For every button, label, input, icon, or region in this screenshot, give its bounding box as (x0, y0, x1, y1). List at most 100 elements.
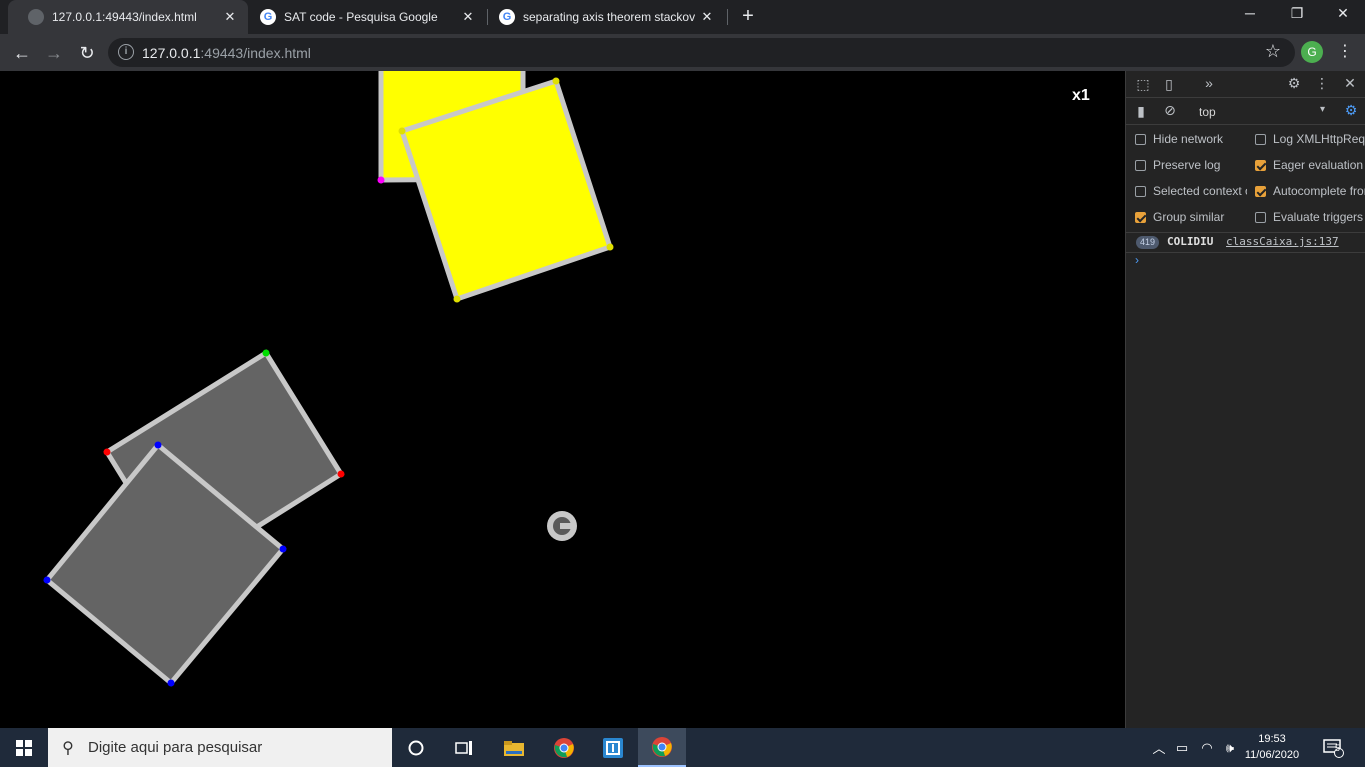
reload-icon[interactable]: ↻ (76, 42, 98, 64)
forward-arrow-icon[interactable]: → (43, 42, 65, 64)
url-host: 127.0.0.1 (142, 45, 201, 61)
option-evaluate-triggers[interactable]: Evaluate triggers user activation (1255, 210, 1365, 224)
checkbox-checked[interactable] (1255, 185, 1266, 197)
vertex-marker (377, 176, 385, 184)
vertex-marker (262, 349, 270, 357)
url-path: :49443/index.html (200, 45, 311, 61)
search-placeholder: Digite aqui para pesquisar (88, 739, 263, 756)
tab-strip: 127.0.0.1:49443/index.html ✕ G SAT code … (0, 0, 1365, 34)
close-icon[interactable]: ✕ (222, 9, 238, 25)
checkbox[interactable] (1135, 133, 1146, 145)
taskbar-search[interactable]: ⚲ Digite aqui para pesquisar (48, 728, 392, 767)
address-bar[interactable]: i 127.0.0.1:49443/index.html ☆ (108, 38, 1295, 67)
more-tabs-icon[interactable]: » (1200, 75, 1218, 91)
checkbox[interactable] (1255, 211, 1266, 223)
menu-kebab-icon[interactable]: ⋮ (1337, 41, 1353, 61)
cortana-icon[interactable] (392, 728, 440, 767)
tab-title: 127.0.0.1:49443/index.html (52, 10, 197, 24)
clock-time: 19:53 (1258, 733, 1286, 745)
checkbox[interactable] (1135, 159, 1146, 171)
option-autocomplete[interactable]: Autocomplete from history (1255, 184, 1365, 198)
window-close-icon[interactable]: ✕ (1333, 5, 1353, 22)
page-canvas[interactable]: x1 (0, 71, 1125, 728)
google-icon: G (499, 9, 515, 25)
windows-start-icon[interactable] (0, 728, 48, 767)
chevron-up-icon[interactable]: ︿ (1150, 728, 1168, 767)
option-label: Log XMLHttpRequests (1273, 132, 1365, 146)
file-explorer-icon[interactable] (490, 728, 538, 767)
windows-taskbar: ⚲ Digite aqui para pesquisar ︿ ▭ ◠ 🕪 19:… (0, 728, 1365, 767)
close-icon[interactable]: ✕ (460, 9, 476, 25)
checkbox-checked[interactable] (1135, 211, 1146, 223)
vertex-marker (279, 545, 287, 553)
vertex-marker (552, 77, 560, 85)
console-settings: Hide network Preserve log Selected conte… (1126, 125, 1365, 233)
search-icon: ⚲ (62, 739, 74, 757)
battery-icon[interactable]: ▭ (1172, 728, 1192, 767)
chrome-active-icon[interactable] (638, 728, 686, 767)
zoom-label: x1 (1072, 87, 1090, 104)
clock[interactable]: 19:53 11/06/2020 (1243, 731, 1301, 763)
editor-app-icon[interactable] (589, 728, 637, 767)
browser-toolbar: ← → ↻ i 127.0.0.1:49443/index.html ☆ G ⋮ (0, 34, 1365, 71)
clear-console-icon[interactable]: ⊘ (1161, 102, 1179, 119)
repeat-count-badge: 419 (1136, 236, 1160, 249)
vertex-marker (606, 243, 614, 251)
close-devtools-icon[interactable]: ✕ (1341, 75, 1359, 92)
info-icon[interactable]: i (118, 44, 134, 60)
console-settings-icon[interactable]: ⚙ (1342, 102, 1360, 119)
sidebar-toggle-icon[interactable]: ▮ (1132, 103, 1150, 120)
option-hide-network[interactable]: Hide network (1135, 132, 1223, 146)
url-text: 127.0.0.1:49443/index.html (142, 45, 311, 61)
chrome-icon[interactable] (540, 728, 588, 767)
tab-title: separating axis theorem stackove (523, 10, 695, 24)
tab-local-page[interactable]: 127.0.0.1:49443/index.html ✕ (8, 0, 248, 34)
tab-sat-code[interactable]: G SAT code - Pesquisa Google ✕ (240, 0, 486, 34)
vertex-marker (167, 679, 175, 687)
option-label: Eager evaluation (1273, 158, 1364, 172)
scene-svg[interactable] (0, 71, 1125, 728)
vertex-marker (398, 127, 406, 135)
screen: 127.0.0.1:49443/index.html ✕ G SAT code … (0, 0, 1365, 767)
log-source-link[interactable]: classCaixa.js:137 (1226, 235, 1339, 248)
option-label: Preserve log (1153, 158, 1221, 172)
context-selector[interactable]: top (1199, 105, 1216, 119)
vertex-marker (43, 576, 51, 584)
bookmark-star-icon[interactable]: ☆ (1265, 41, 1281, 62)
checkbox[interactable] (1255, 133, 1266, 145)
device-toolbar-icon[interactable]: ▯ (1160, 76, 1178, 93)
checkbox-checked[interactable] (1255, 159, 1266, 171)
close-icon[interactable]: ✕ (699, 9, 715, 25)
console-log-entry: 419 COLIDIU classCaixa.js:137 (1126, 233, 1365, 253)
option-group-similar[interactable]: Group similar (1135, 210, 1224, 224)
settings-gear-icon[interactable]: ⚙ (1285, 75, 1303, 92)
volume-icon[interactable]: 🕪 (1220, 728, 1240, 767)
loading-cursor-icon (547, 511, 577, 541)
option-log-xhr[interactable]: Log XMLHttpRequests (1255, 132, 1365, 146)
console-prompt[interactable]: › (1135, 253, 1139, 267)
minimize-icon[interactable]: ─ (1240, 5, 1260, 21)
option-preserve-log[interactable]: Preserve log (1135, 158, 1220, 172)
profile-avatar[interactable]: G (1301, 41, 1323, 63)
devtools-panel: ⬚ ▯ » ⚙ ⋮ ✕ ▮ ⊘ top ▾ ⚙ Hide network Pre… (1125, 71, 1365, 728)
globe-icon (28, 9, 44, 25)
vertex-marker (103, 448, 111, 456)
tab-sat-stackoverflow[interactable]: G separating axis theorem stackove ✕ (479, 0, 725, 34)
vertex-marker (453, 295, 461, 303)
google-icon: G (260, 9, 276, 25)
back-arrow-icon[interactable]: ← (11, 42, 33, 64)
task-view-icon[interactable] (440, 728, 488, 767)
new-tab-button[interactable]: + (738, 5, 758, 28)
inspect-element-icon[interactable]: ⬚ (1134, 76, 1152, 93)
option-label: Selected context only (1153, 184, 1247, 198)
wifi-icon[interactable]: ◠ (1197, 728, 1217, 767)
option-selected-context[interactable]: Selected context only (1135, 184, 1247, 198)
dropdown-arrow-icon[interactable]: ▾ (1320, 104, 1325, 115)
option-eager-evaluation[interactable]: Eager evaluation (1255, 158, 1363, 172)
tab-separator (727, 9, 728, 25)
devtools-menu-icon[interactable]: ⋮ (1313, 75, 1331, 92)
restore-icon[interactable]: ❐ (1287, 5, 1307, 22)
console-toolbar: ▮ ⊘ top ▾ ⚙ (1126, 98, 1365, 125)
notification-center-icon[interactable]: 5 (1318, 728, 1348, 767)
checkbox[interactable] (1135, 185, 1146, 197)
